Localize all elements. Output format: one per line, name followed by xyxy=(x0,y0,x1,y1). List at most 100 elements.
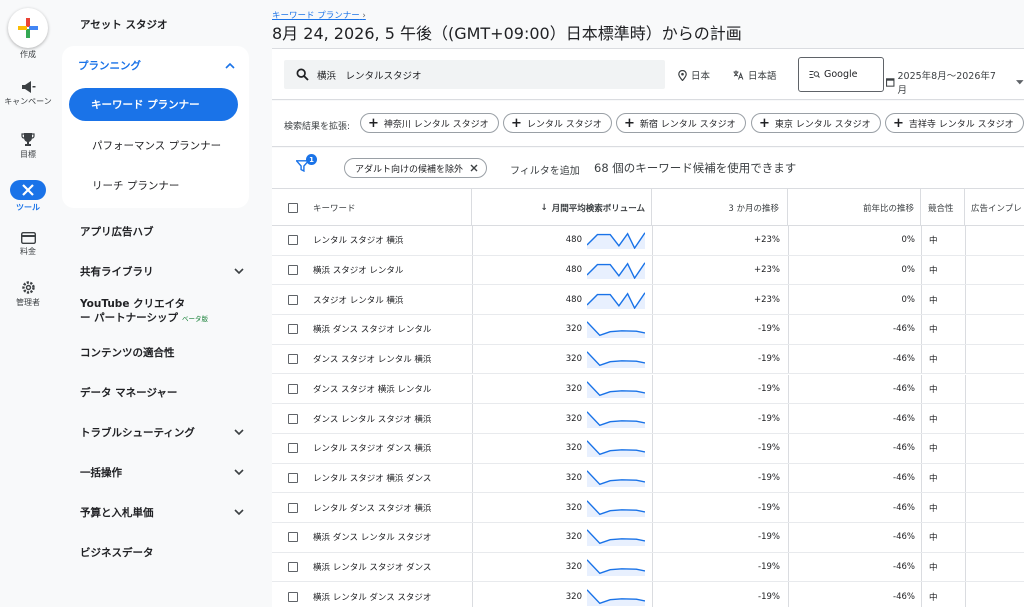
rail-admin-label: 管理者 xyxy=(16,298,40,307)
nav-app-ad-hub[interactable]: アプリ広告ハブ xyxy=(80,224,244,239)
table-row[interactable]: レンタル スタジオ 横浜 480 +23% 0% 中 xyxy=(272,226,1024,256)
filter-count-badge: 1 xyxy=(306,154,317,165)
plus-icon: + xyxy=(511,115,522,131)
row-checkbox[interactable] xyxy=(288,413,298,424)
table-row[interactable]: レンタル スタジオ 横浜 ダンス 320 -19% -46% 中 xyxy=(272,463,1024,494)
nav-business-data-label: ビジネスデータ xyxy=(80,547,154,559)
date-range-label: 2025年8月〜2026年7月 xyxy=(897,71,996,96)
broaden-chip[interactable]: + 神奈川 レンタル スタジオ xyxy=(360,113,499,133)
nav-asset-studio[interactable]: アセット スタジオ xyxy=(80,17,244,32)
broaden-chip-label: 神奈川 レンタル スタジオ xyxy=(383,119,489,130)
nav-bulk-actions[interactable]: 一括操作 xyxy=(80,465,244,480)
search-icon xyxy=(296,68,309,81)
sparkline-area xyxy=(587,381,645,398)
row-checkbox[interactable] xyxy=(288,324,298,335)
planning-header[interactable]: プランニング xyxy=(78,58,235,73)
three-month-column-header[interactable]: 3 か月の推移 xyxy=(652,189,788,226)
nav-business-data[interactable]: ビジネスデータ xyxy=(80,545,244,560)
competition-cell: 中 xyxy=(929,503,938,514)
yoy-column-header[interactable]: 前年比の推移 xyxy=(788,189,921,226)
table-row[interactable]: 横浜 レンタル ダンス スタジオ 320 -19% -46% 中 xyxy=(272,582,1024,607)
row-checkbox[interactable] xyxy=(288,562,298,573)
broaden-chip[interactable]: + 吉祥寺 レンタル スタジオ xyxy=(885,113,1024,133)
yoy-cell: -46% xyxy=(893,502,915,513)
broaden-chip[interactable]: + 新宿 レンタル スタジオ xyxy=(616,113,746,133)
table-row[interactable]: スタジオ レンタル 横浜 480 +23% 0% 中 xyxy=(272,285,1024,316)
keyword-count-text: 68 個のキーワード候補を使用できます xyxy=(594,161,797,175)
table-row[interactable]: レンタル ダンス スタジオ 横浜 320 -19% -46% 中 xyxy=(272,493,1024,523)
three-month-cell: -19% xyxy=(758,443,780,454)
broaden-chip-label: レンタル スタジオ xyxy=(526,119,602,130)
row-checkbox[interactable] xyxy=(288,532,298,543)
close-icon[interactable] xyxy=(470,164,478,172)
table-row[interactable]: 横浜 ダンス レンタル スタジオ 320 -19% -46% 中 xyxy=(272,523,1024,553)
table-row[interactable]: ダンス スタジオ 横浜 レンタル 320 -19% -46% 中 xyxy=(272,374,1024,405)
row-checkbox[interactable] xyxy=(288,235,298,246)
nav-keyword-planner[interactable]: キーワード プランナー xyxy=(69,88,238,121)
row-checkbox[interactable] xyxy=(288,383,298,394)
adult-exclusion-filter-chip[interactable]: アダルト向けの候補を除外 xyxy=(344,158,488,178)
yoy-header-label: 前年比の推移 xyxy=(862,203,914,214)
rail-tools[interactable]: ツール xyxy=(0,180,56,213)
broaden-search-bar: 検索結果を拡張: + 神奈川 レンタル スタジオ + レンタル スタジオ + 新宿 レ… xyxy=(272,101,1024,147)
keyword-search-input[interactable]: 横浜 レンタルスタジオ xyxy=(284,60,665,89)
trend-sparkline xyxy=(587,434,645,463)
row-checkbox[interactable] xyxy=(288,502,298,513)
rail-billing[interactable]: 料金 xyxy=(0,232,56,257)
rail-admin[interactable]: 管理者 xyxy=(0,280,56,308)
date-range-selector[interactable]: 2025年8月〜2026年7月 xyxy=(886,68,1024,96)
row-checkbox[interactable] xyxy=(288,294,298,305)
add-filter-button[interactable]: フィルタを追加 xyxy=(510,162,580,177)
broaden-chip-label: 吉祥寺 レンタル スタジオ xyxy=(908,119,1014,130)
language-selector[interactable]: 日本語 xyxy=(733,68,777,82)
sparkline-area xyxy=(587,351,645,369)
nav-youtube-line2: ー パートナーシップ xyxy=(80,312,178,324)
trend-sparkline xyxy=(587,285,645,314)
nav-content-suitability[interactable]: コンテンツの適合性 xyxy=(80,345,244,360)
broaden-chip[interactable]: + 東京 レンタル スタジオ xyxy=(751,113,881,133)
keyword-column-header[interactable]: キーワード xyxy=(272,189,472,226)
keyword-cell: ダンス スタジオ 横浜 レンタル xyxy=(313,384,432,395)
volume-cell: 320 xyxy=(565,443,582,454)
yoy-cell: -46% xyxy=(893,562,915,573)
broaden-chip[interactable]: + レンタル スタジオ xyxy=(503,113,612,133)
volume-cell: 480 xyxy=(565,265,582,276)
table-row[interactable]: 横浜 レンタル スタジオ ダンス 320 -19% -46% 中 xyxy=(272,552,1024,583)
rail-goals[interactable]: 目標 xyxy=(0,132,56,160)
nav-reach-planner[interactable]: リーチ プランナー xyxy=(92,178,179,193)
competition-header-label: 競合性 xyxy=(928,203,954,214)
nav-youtube-partnership[interactable]: YouTube クリエイタ ー パートナーシップ ベータ版 xyxy=(80,297,244,326)
trend-sparkline xyxy=(587,226,645,255)
row-checkbox[interactable] xyxy=(288,472,298,483)
row-checkbox[interactable] xyxy=(288,591,298,602)
nav-performance-planner[interactable]: パフォーマンス プランナー xyxy=(92,138,221,153)
row-checkbox[interactable] xyxy=(288,265,298,276)
table-row[interactable]: 横浜 スタジオ レンタル 480 +23% 0% 中 xyxy=(272,255,1024,286)
select-all-checkbox[interactable] xyxy=(288,202,298,213)
keyword-cell: スタジオ レンタル 横浜 xyxy=(313,295,404,306)
dropdown-arrow-icon xyxy=(1016,79,1024,84)
keyword-cell: 横浜 レンタル ダンス スタジオ xyxy=(313,592,432,603)
keyword-cell: レンタル スタジオ 横浜 xyxy=(313,236,404,247)
volume-column-header[interactable]: ↓ 月間平均検索ボリューム xyxy=(472,189,652,226)
competition-column-header[interactable]: 競合性 xyxy=(921,189,965,226)
table-row[interactable]: ダンス レンタル スタジオ 横浜 320 -19% -46% 中 xyxy=(272,404,1024,434)
table-row[interactable]: ダンス スタジオ レンタル 横浜 320 -19% -46% 中 xyxy=(272,344,1024,375)
location-selector[interactable]: 日本 xyxy=(678,68,710,82)
impression-share-column-header[interactable]: 広告インプレ xyxy=(965,189,1024,226)
nav-budgets-bids[interactable]: 予算と入札単価 xyxy=(80,505,244,520)
yoy-cell: 0% xyxy=(901,235,916,246)
rail-campaigns[interactable]: キャンペーン xyxy=(0,80,56,107)
table-row[interactable]: 横浜 ダンス スタジオ レンタル 320 -19% -46% 中 xyxy=(272,315,1024,345)
nav-data-manager[interactable]: データ マネージャー xyxy=(80,385,244,400)
network-selector[interactable]: Google xyxy=(798,57,884,92)
table-row[interactable]: レンタル スタジオ ダンス 横浜 320 -19% -46% 中 xyxy=(272,433,1024,464)
create-button[interactable] xyxy=(8,8,48,48)
nav-shared-library[interactable]: 共有ライブラリ xyxy=(80,264,244,279)
yoy-cell: -46% xyxy=(893,532,915,543)
network-label: Google xyxy=(824,69,858,80)
row-checkbox[interactable] xyxy=(288,354,298,365)
nav-troubleshooting[interactable]: トラブルシューティング xyxy=(80,425,244,440)
row-checkbox[interactable] xyxy=(288,443,298,454)
volume-cell: 480 xyxy=(565,294,582,305)
